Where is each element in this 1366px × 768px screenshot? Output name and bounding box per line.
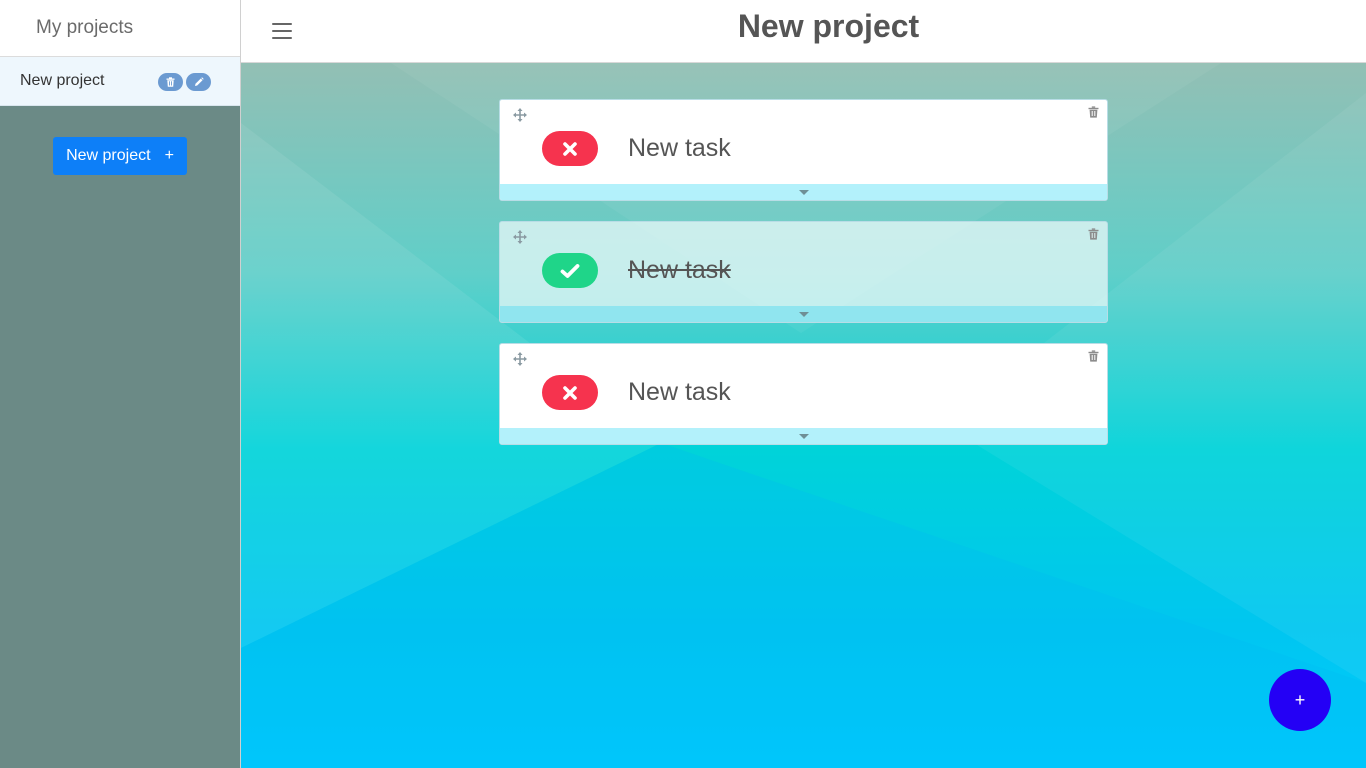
expand-task-button[interactable] bbox=[500, 306, 1107, 322]
task-status-toggle[interactable] bbox=[542, 131, 598, 166]
add-task-button[interactable]: + bbox=[1269, 669, 1331, 731]
task-card: New task bbox=[499, 343, 1108, 445]
new-project-button[interactable]: New project + bbox=[53, 137, 187, 175]
checkmark-icon bbox=[560, 263, 580, 278]
close-icon bbox=[563, 141, 577, 156]
project-item[interactable]: New project bbox=[0, 57, 240, 106]
project-name[interactable]: New project bbox=[20, 72, 104, 90]
sidebar: My projects New project New project + bbox=[0, 0, 241, 768]
expand-task-button[interactable] bbox=[500, 428, 1107, 444]
task-card: New task bbox=[499, 221, 1108, 323]
sidebar-header: My projects bbox=[0, 0, 240, 57]
caret-down-icon bbox=[798, 311, 809, 317]
expand-task-button[interactable] bbox=[500, 184, 1107, 200]
close-icon bbox=[563, 385, 577, 400]
delete-task-icon[interactable] bbox=[1088, 350, 1099, 362]
sidebar-title: My projects bbox=[36, 17, 134, 38]
trash-icon bbox=[166, 77, 175, 87]
task-title[interactable]: New task bbox=[628, 378, 731, 407]
task-board: New task New task New task + bbox=[241, 63, 1366, 768]
task-status-toggle[interactable] bbox=[542, 375, 598, 410]
plus-icon: + bbox=[164, 147, 174, 164]
delete-task-icon[interactable] bbox=[1088, 228, 1099, 240]
edit-project-button[interactable] bbox=[186, 73, 211, 91]
task-card: New task bbox=[499, 99, 1108, 201]
delete-task-icon[interactable] bbox=[1088, 106, 1099, 118]
caret-down-icon bbox=[798, 189, 809, 195]
drag-handle-icon[interactable] bbox=[513, 230, 527, 244]
caret-down-icon bbox=[798, 433, 809, 439]
drag-handle-icon[interactable] bbox=[513, 352, 527, 366]
task-title[interactable]: New task bbox=[628, 256, 731, 285]
pencil-icon bbox=[194, 77, 204, 86]
task-status-toggle[interactable] bbox=[542, 253, 598, 288]
page-title: New project bbox=[737, 8, 920, 44]
new-project-label: New project bbox=[66, 147, 151, 164]
delete-project-button[interactable] bbox=[158, 73, 183, 91]
task-title[interactable]: New task bbox=[628, 134, 731, 163]
drag-handle-icon[interactable] bbox=[513, 108, 527, 122]
topbar: New project bbox=[241, 0, 1366, 63]
